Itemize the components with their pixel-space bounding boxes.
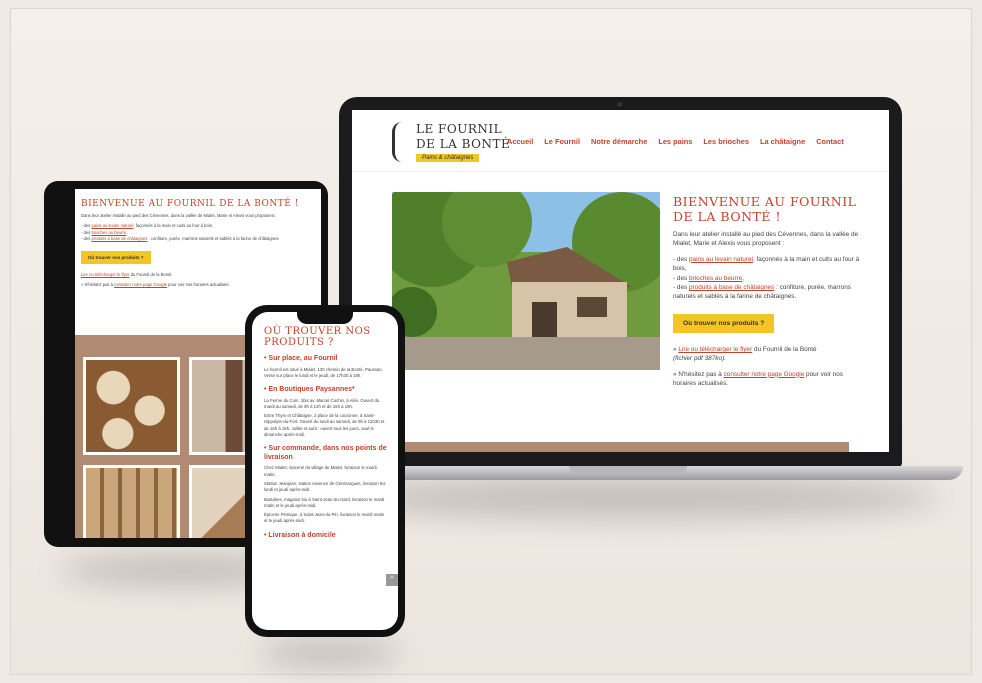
scroll-top-icon[interactable]: ^ [386,574,398,586]
laptop-screen: LE FOURNIL DE LA BONTÉ Pains & châtaigne… [352,110,889,452]
section-boutiques: • En Boutiques Paysannes* [264,386,355,394]
link-produits-chataignes[interactable]: produits à base de châtaignes [689,284,774,291]
logo-line-1: LE FOURNIL [416,122,503,136]
section-livraison: • Livraison à domicile [264,531,336,539]
laptop-device: LE FOURNIL DE LA BONTÉ Pains & châtaigne… [339,97,902,467]
main-nav: Accueil Le Fournil Notre démarche Les pa… [507,137,844,146]
tablet-link-brioches[interactable]: brioches au beurre [91,230,126,235]
where-to-find-button[interactable]: Où trouver nos produits ? [673,313,775,333]
tablet-bullet-1: - des [81,223,92,229]
tablet-bullet-2: - des [81,229,92,235]
intro-text: Dans leur atelier installé au pied des C… [673,231,859,248]
nav-item-contact[interactable]: Contact [816,137,844,146]
laptop-camera [617,102,622,107]
section-commande: • Sur commande, dans nos points de livra… [264,445,387,461]
point-station-jeanjean: Station Jeanjean, station essence de Gén… [264,480,386,493]
link-brioches[interactable]: brioches au beurre [689,275,742,282]
tablet-list-text-1: , façonnés à la main et cuits au four à … [133,223,213,229]
list-bullet-2: - des [673,274,689,282]
flyer-line: » Lire ou télécharger le flyer du Fourni… [673,345,863,364]
tablet-link-chataignes[interactable]: produits à base de châtaignes [91,236,147,241]
point-biotidees: Biotidées, magasin bio à Saint-Jean-du-G… [264,496,385,508]
list-bullet-3: - des [673,284,689,292]
tablet-list-text-3: : confiture, purée, marrons naturels et … [147,236,280,242]
nav-item-le-fournil[interactable]: Le Fournil [544,137,580,146]
product-list: - des pains au levain naturel, façonnés … [673,255,863,302]
nav-item-notre-demarche[interactable]: Notre démarche [591,137,647,146]
nav-item-accueil[interactable]: Accueil [507,137,533,146]
boutique-ferme-du-coin: La Ferme du Coin, 1bis av. Marcel Cachin… [264,397,380,409]
nav-item-les-pains[interactable]: Les pains [658,137,692,146]
tablet-google-text: pour voir nos horaires actualisés. [167,282,230,288]
tablet-google-line: » N'hésitez pas à consulter notre page G… [81,282,315,288]
logo-line-2: DE LA BONTÉ [416,137,511,151]
bread-steam-icon [392,122,414,162]
point-epicerie-pinnique: Épicerie Pinnique, à Saint-Jean-du-Pin, … [264,512,385,524]
footer-band [392,442,849,452]
phone-shadow [260,640,400,666]
tablet-welcome-title: BIENVENUE AU FOURNIL DE LA BONTÉ ! [81,199,299,209]
google-prefix: » N'hésitez pas à [673,370,724,378]
tablet-bullet-3: - des [81,236,92,242]
tablet-flyer-link[interactable]: Lire ou télécharger le flyer [81,272,129,277]
google-page-link[interactable]: consulter notre page Google [724,371,805,378]
google-line: » N'hésitez pas à consulter notre page G… [673,370,863,389]
logo-tagline: Pains & châtaignes [416,154,480,162]
flyer-text: du Fournil de la Bonté [752,345,817,353]
tablet-list-text-2: , [126,229,128,235]
link-pains-levain[interactable]: pains au levain naturel [689,256,753,263]
gallery-photo-breads[interactable] [83,465,180,538]
section-sur-place: • Sur place, au Fournil [264,355,338,362]
tablet-list: - des pains au levain naturel, façonnés … [81,223,315,242]
welcome-title: BIENVENUE AU FOURNIL DE LA BONTÉ ! [673,194,857,224]
list-bullet-1: - des [673,255,689,263]
welcome-column: BIENVENUE AU FOURNIL DE LA BONTÉ ! Dans … [673,194,863,388]
site-header: LE FOURNIL DE LA BONTÉ Pains & châtaigne… [352,110,889,172]
nav-item-la-chataigne[interactable]: La châtaigne [760,137,805,146]
list-text-2: , [742,274,745,282]
flyer-file-info: (fichier pdf 387ko). [673,355,726,363]
bakery-house-photo [392,192,660,370]
phone-page-title: OÙ TROUVER NOS PRODUITS ? [264,326,371,348]
tablet-flyer-line: Lire ou télécharger le flyer du Fournil … [81,272,315,278]
tablet-where-to-find-button[interactable]: Où trouver nos produits ? [81,250,151,264]
tablet-intro: Dans leur atelier installé au pied des C… [81,213,277,218]
home-content: BIENVENUE AU FOURNIL DE LA BONTÉ ! Dans … [352,172,889,452]
flyer-link[interactable]: Lire ou télécharger le flyer [678,346,752,353]
site-logo[interactable]: LE FOURNIL DE LA BONTÉ Pains & châtaigne… [392,118,510,166]
phone-device: OÙ TROUVER NOS PRODUITS ? • Sur place, a… [245,305,405,637]
point-chez-mialet: Chez Mialet, épicerie du village de Mial… [264,465,377,477]
tablet-google-prefix: » N'hésitez pas à [81,282,115,288]
tablet-flyer-text: du Fournil de la Bonté [129,271,172,277]
phone-notch [297,312,353,324]
laptop-notch [569,466,687,473]
tablet-link-pains[interactable]: pains au levain naturel [91,223,133,228]
nav-item-les-brioches[interactable]: Les brioches [703,137,749,146]
gallery-photo-loaves[interactable] [83,357,180,455]
sur-place-text: Le fournil est situé à Mialet, 130 chemi… [264,366,383,378]
boutique-thym-chataigne: Entre Thym et Châtaigne, 2 place de la c… [264,413,385,438]
phone-screen: OÙ TROUVER NOS PRODUITS ? • Sur place, a… [252,312,398,630]
tablet-google-link[interactable]: consulter notre page Google [114,282,167,287]
laptop-shadow [340,478,940,518]
